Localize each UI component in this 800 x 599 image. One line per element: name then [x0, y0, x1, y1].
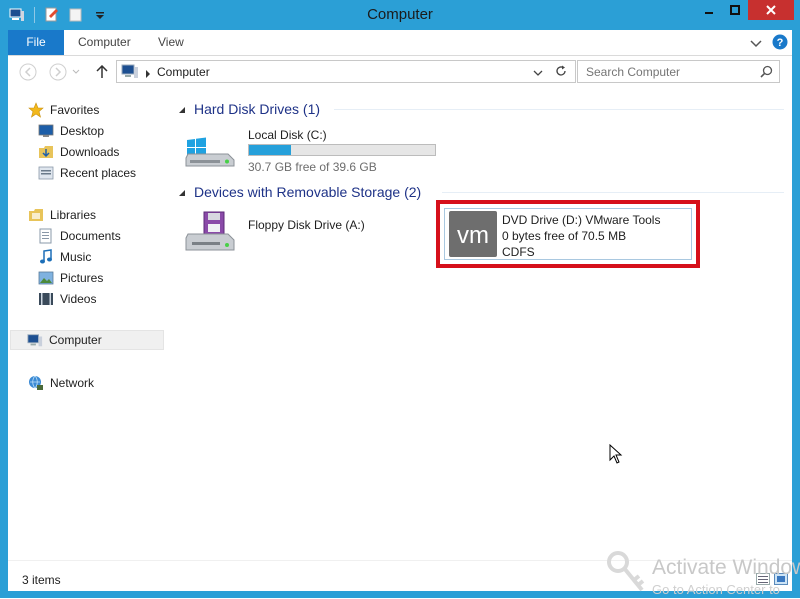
drive-name: Local Disk (C:): [248, 128, 327, 142]
nav-item-documents[interactable]: Documents: [38, 226, 121, 246]
collapse-triangle-icon[interactable]: [178, 184, 186, 200]
search-icon[interactable]: [760, 65, 773, 81]
group-title: Devices with Removable Storage (2): [194, 184, 422, 200]
computer-icon: [121, 64, 139, 82]
nav-item-recent-places[interactable]: Recent places: [38, 163, 136, 183]
help-icon[interactable]: ?: [772, 34, 788, 53]
address-bar[interactable]: Computer: [116, 60, 576, 83]
breadcrumb-computer[interactable]: Computer: [157, 65, 210, 79]
nav-label: Desktop: [60, 124, 105, 138]
search-box[interactable]: [577, 60, 780, 83]
nav-item-favorites[interactable]: Favorites: [28, 100, 99, 120]
tab-computer[interactable]: Computer: [78, 30, 131, 55]
drive-name: Floppy Disk Drive (A:): [248, 218, 365, 232]
nav-label: Documents: [60, 229, 121, 243]
content-pane: Hard Disk Drives (1) Local Disk (C:) 30.…: [174, 90, 792, 560]
floppy-drive-icon: [184, 210, 236, 257]
documents-icon: [38, 228, 54, 244]
disk-usage-bar: [248, 144, 436, 156]
network-globe-icon: [28, 375, 44, 391]
drive-dvd-d-vmware-tools[interactable]: vm DVD Drive (D:) VMware Tools 0 bytes f…: [444, 208, 692, 260]
drive-free-space: 0 bytes free of 70.5 MB: [502, 229, 627, 243]
drive-free-space: 30.7 GB free of 39.6 GB: [248, 160, 377, 174]
recent-places-icon: [38, 165, 54, 181]
nav-item-pictures[interactable]: Pictures: [38, 268, 103, 288]
ribbon-tabs: File Computer View ?: [8, 30, 792, 56]
address-dropdown-icon[interactable]: [533, 66, 543, 80]
pictures-icon: [38, 270, 54, 286]
main-frame: Favorites Desktop Downloads Recent place…: [8, 90, 792, 591]
refresh-icon[interactable]: [555, 65, 567, 80]
computer-icon: [27, 332, 43, 348]
hard-drive-windows-icon: [184, 128, 236, 171]
nav-label: Favorites: [50, 103, 100, 117]
nav-label: Recent places: [60, 166, 137, 180]
drive-floppy-a[interactable]: Floppy Disk Drive (A:): [184, 208, 384, 256]
tab-view[interactable]: View: [158, 30, 184, 55]
nav-label: Videos: [60, 292, 97, 306]
libraries-icon: [28, 207, 44, 223]
nav-item-network[interactable]: Network: [28, 373, 94, 393]
minimize-button[interactable]: [696, 0, 722, 20]
expand-ribbon-icon[interactable]: [750, 37, 762, 51]
group-header-hard-disk-drives[interactable]: Hard Disk Drives (1): [178, 98, 320, 120]
nav-item-libraries[interactable]: Libraries: [28, 205, 96, 225]
drive-local-disk-c[interactable]: Local Disk (C:) 30.7 GB free of 39.6 GB: [184, 126, 444, 174]
videos-icon: [38, 291, 54, 307]
group-header-removable-storage[interactable]: Devices with Removable Storage (2): [178, 181, 421, 203]
forward-button[interactable]: [48, 62, 68, 82]
maximize-button[interactable]: [722, 0, 748, 20]
nav-item-downloads[interactable]: Downloads: [38, 142, 119, 162]
nav-label: Pictures: [60, 271, 104, 285]
up-button[interactable]: [92, 62, 112, 82]
tab-file[interactable]: File: [8, 30, 64, 55]
explorer-window: Computer File Computer View ? Computer S…: [0, 0, 800, 598]
collapse-triangle-icon[interactable]: [178, 101, 186, 117]
nav-label: Network: [50, 376, 95, 390]
navigation-bar: Computer: [8, 56, 792, 90]
watermark-line1: Activate Windows: [652, 556, 800, 579]
item-count: 3 items: [22, 573, 61, 587]
back-button[interactable]: [18, 62, 38, 82]
window-controls: [696, 0, 794, 20]
group-title: Hard Disk Drives (1): [194, 101, 321, 117]
watermark-line2: Go to Action Center to: [652, 582, 780, 597]
group-divider: [334, 109, 784, 110]
nav-item-desktop[interactable]: Desktop: [38, 121, 104, 141]
window-title: Computer: [367, 6, 433, 23]
desktop-icon: [38, 123, 54, 139]
navigation-pane: Favorites Desktop Downloads Recent place…: [8, 90, 166, 560]
nav-item-computer[interactable]: Computer: [10, 330, 164, 350]
svg-text:?: ?: [777, 37, 784, 49]
mouse-cursor-icon: [609, 443, 623, 467]
recent-locations-chevron-icon[interactable]: [70, 62, 82, 82]
title-bar: Computer: [0, 0, 800, 30]
nav-item-music[interactable]: Music: [38, 247, 91, 267]
breadcrumb-arrow-icon[interactable]: [145, 67, 151, 81]
drive-name: DVD Drive (D:) VMware Tools: [502, 213, 661, 227]
vmware-logo-text: vm: [457, 222, 489, 249]
vmware-logo-icon: vm: [449, 211, 497, 260]
nav-label: Downloads: [60, 145, 120, 159]
ribbon-right-controls: ?: [750, 34, 788, 53]
search-input[interactable]: [584, 64, 758, 80]
key-icon: [606, 550, 646, 599]
drive-filesystem: CDFS: [502, 245, 535, 259]
star-icon: [28, 102, 44, 118]
nav-label: Libraries: [50, 208, 97, 222]
music-note-icon: [38, 249, 54, 265]
disk-usage-fill: [249, 145, 291, 155]
downloads-folder-icon: [38, 144, 54, 160]
nav-label: Music: [60, 250, 92, 264]
close-button[interactable]: [748, 0, 794, 20]
nav-item-videos[interactable]: Videos: [38, 289, 96, 309]
group-divider: [442, 192, 784, 193]
nav-label: Computer: [49, 333, 102, 347]
